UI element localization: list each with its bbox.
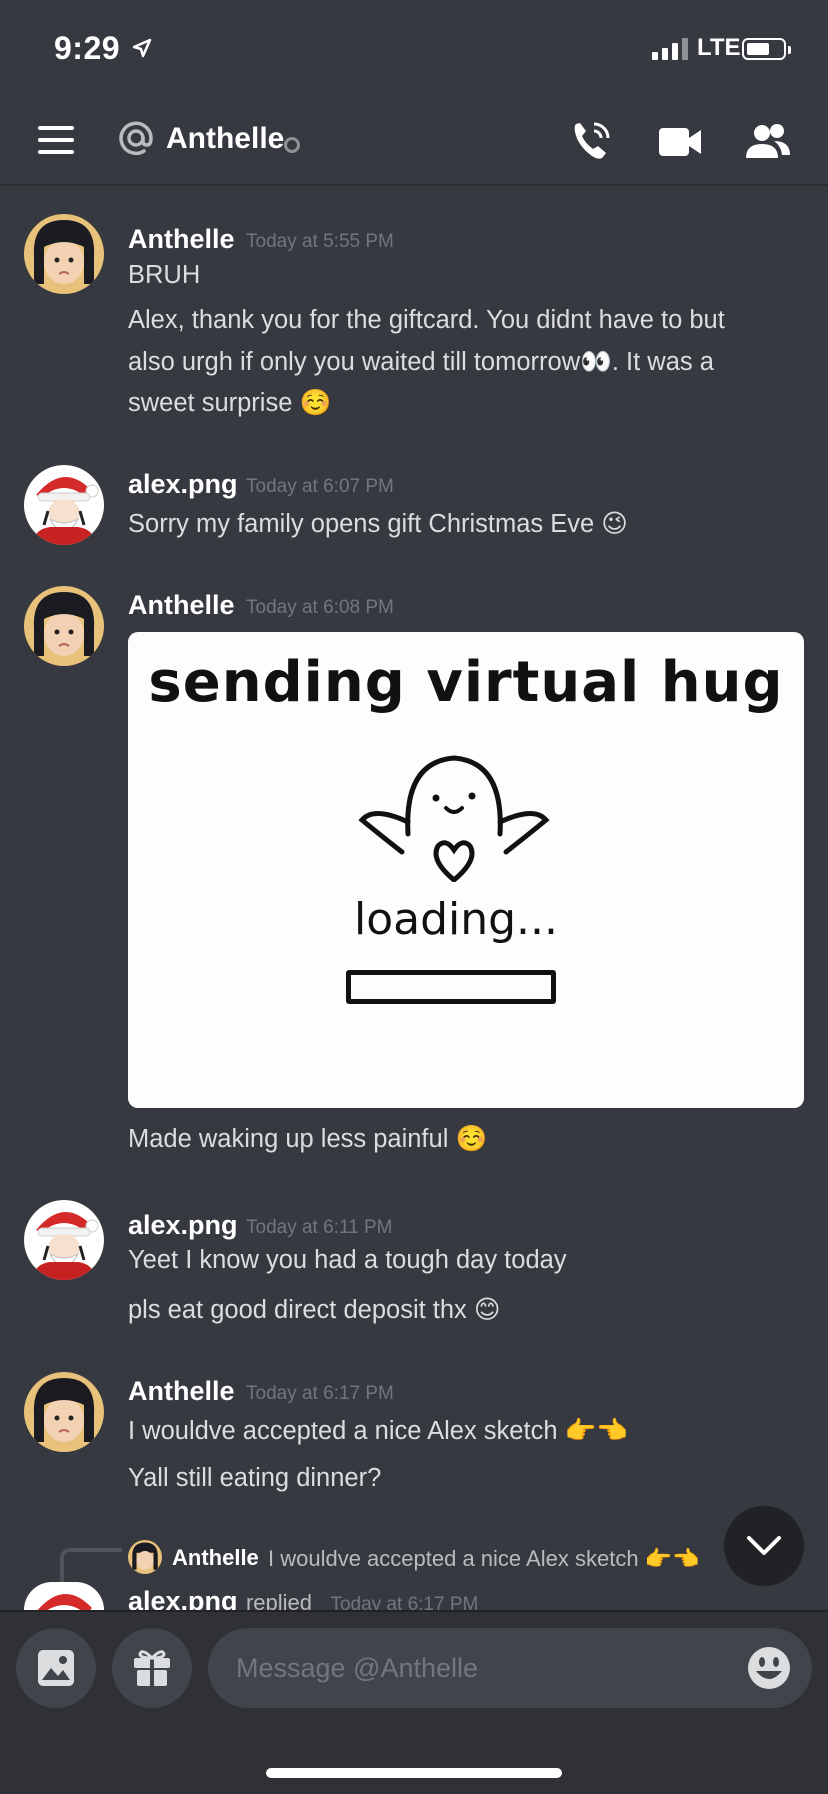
message-timestamp: Today at 6:11 PM (246, 1217, 393, 1238)
message-text: pls eat good direct deposit thx 😊 (128, 1296, 501, 1324)
avatar[interactable] (24, 465, 104, 545)
message-text: I wouldve accepted a nice Alex sketch 👉👈 (128, 1417, 629, 1445)
status-time: 9:29 (54, 30, 121, 66)
network-label: LTE (697, 34, 741, 61)
scroll-to-bottom-button[interactable] (724, 1506, 804, 1586)
offline-status-icon (284, 137, 300, 153)
image-attachment[interactable]: sending virtual hug loading... (128, 632, 804, 1108)
people-icon[interactable] (744, 122, 792, 162)
attachment-caption: sending virtual hug (148, 650, 784, 715)
image-upload-button[interactable] (16, 1628, 96, 1708)
message-text: Made waking up less painful ☺️ (128, 1125, 488, 1153)
avatar[interactable] (24, 1582, 104, 1610)
avatar[interactable] (24, 1372, 104, 1452)
message-timestamp: Today at 6:17 PM (246, 1383, 394, 1404)
message-author[interactable]: alex.png (128, 469, 238, 500)
avatar[interactable] (24, 214, 104, 294)
channel-header: Anthelle (0, 100, 828, 186)
reply-connector (60, 1548, 122, 1582)
reply-quoted-text[interactable]: I wouldve accepted a nice Alex sketch 👉👈 (268, 1546, 699, 1572)
gift-button[interactable] (112, 1628, 192, 1708)
message-text: BRUH (128, 261, 201, 289)
at-sign-icon (119, 121, 153, 156)
message-text: Sorry my family opens gift Christmas Eve… (128, 510, 628, 538)
reply-message-header: alex.png replied Today at 6:17 PM (128, 1586, 478, 1610)
message-author[interactable]: Anthelle (128, 590, 235, 621)
message-text: Yall still eating dinner? (128, 1464, 382, 1492)
status-bar: 9:29 LTE (0, 0, 828, 100)
message-text: Alex, thank you for the giftcard. You di… (128, 306, 725, 334)
message-text: Yeet I know you had a tough day today (128, 1246, 567, 1274)
video-camera-icon[interactable] (659, 126, 701, 158)
attachment-loading-text: loading... (353, 894, 559, 945)
message-timestamp: Today at 6:17 PM (330, 1594, 479, 1610)
message-author[interactable]: alex.png (128, 1210, 238, 1241)
message-timestamp: Today at 6:08 PM (246, 597, 394, 618)
message-author[interactable]: Anthelle (128, 1376, 235, 1407)
message-input[interactable] (208, 1628, 812, 1708)
page-title: Anthelle (166, 122, 285, 155)
image-icon (38, 1650, 74, 1686)
smiley-icon[interactable] (746, 1645, 792, 1691)
message-author[interactable]: Anthelle (128, 224, 235, 255)
message-text: sweet surprise ☺️ (128, 389, 332, 417)
hug-ghost-drawing (358, 755, 550, 882)
replied-label: replied (245, 1590, 313, 1610)
signal-icon (652, 38, 688, 60)
hamburger-icon[interactable] (38, 126, 74, 154)
message-text: also urgh if only you waited till tomorr… (128, 348, 714, 376)
battery-icon (742, 38, 791, 60)
gift-icon (134, 1650, 170, 1686)
avatar[interactable] (24, 1200, 104, 1280)
chevron-down-icon (747, 1536, 781, 1555)
home-indicator (266, 1768, 562, 1778)
location-arrow-icon (132, 38, 152, 58)
avatar[interactable] (24, 586, 104, 666)
message-author[interactable]: alex.png (128, 1586, 238, 1610)
reply-quoted-author[interactable]: Anthelle (172, 1545, 259, 1571)
message-timestamp: Today at 5:55 PM (246, 231, 394, 252)
phone-icon[interactable] (570, 118, 612, 162)
message-timestamp: Today at 6:07 PM (246, 476, 394, 497)
reply-avatar (128, 1540, 162, 1574)
attachment-progress-bar (346, 970, 556, 1004)
